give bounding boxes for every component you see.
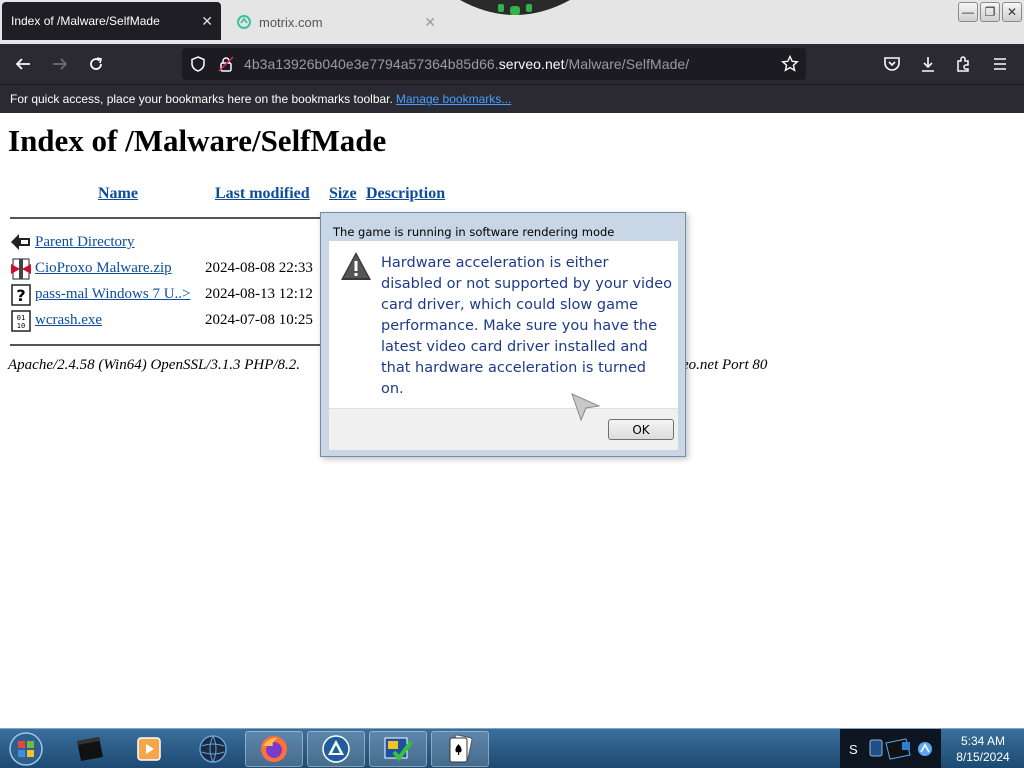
close-window-icon[interactable]: ✕	[1002, 2, 1022, 22]
dialog-body: Hardware acceleration is either disabled…	[329, 241, 678, 408]
page-title: Index of /Malware/SelfMade	[8, 123, 387, 158]
system-tray: S 5:34 AM 8/15/2024	[840, 729, 1024, 768]
clock-date: 8/15/2024	[956, 750, 1010, 764]
start-orb-icon[interactable]	[6, 730, 46, 768]
url-subdomain: 4b3a13926b040e3e7794a57364b85d66.	[244, 56, 499, 72]
triangle-app[interactable]	[307, 731, 365, 767]
restore-icon[interactable]: ❐	[980, 2, 1000, 22]
svg-text:01: 01	[17, 314, 25, 322]
file-link[interactable]: pass-mal Windows 7 U..>	[35, 286, 191, 303]
tray-text: S	[849, 742, 858, 757]
bookmarks-message: For quick access, place your bookmarks h…	[10, 92, 393, 106]
dialog-title: The game is running in software renderin…	[333, 225, 615, 239]
phone-tray-icon[interactable]	[866, 737, 886, 759]
clock-time: 5:34 AM	[960, 734, 1006, 748]
tab-motrix[interactable]: motrix.com ✕	[232, 6, 442, 38]
menu-icon[interactable]	[988, 52, 1012, 76]
checklist-app-icon	[384, 737, 413, 762]
shield-icon[interactable]	[186, 52, 210, 76]
file-date: 2024-07-08 10:25	[205, 312, 313, 328]
camera-tray-icon[interactable]	[884, 737, 914, 761]
taskbar: S 5:34 AM 8/15/2024	[0, 728, 1024, 768]
file-date: 2024-08-08 22:33	[205, 260, 313, 276]
file-link[interactable]: CioProxo Malware.zip	[35, 260, 172, 277]
minimize-icon[interactable]: —	[958, 2, 978, 22]
checklist-app[interactable]	[369, 731, 427, 767]
dark-window-app[interactable]	[60, 731, 118, 767]
parent-directory-link[interactable]: Parent Directory	[35, 234, 135, 251]
clock[interactable]: 5:34 AM 8/15/2024	[942, 729, 1024, 768]
binary-file-icon: 01 10	[11, 310, 31, 332]
extensions-icon[interactable]	[952, 52, 976, 76]
app-triangle-icon	[322, 735, 350, 763]
list-item: CioProxo Malware.zip 2024-08-08 22:33	[10, 258, 320, 282]
window-controls: — ❐ ✕	[958, 2, 1022, 22]
lock-icon[interactable]	[214, 52, 238, 76]
dark-window-icon	[77, 737, 103, 761]
download-icon[interactable]	[916, 52, 940, 76]
network-tray-icon[interactable]	[916, 740, 934, 758]
column-size-link[interactable]: Size	[329, 185, 357, 203]
divider	[10, 217, 322, 219]
unknown-file-icon: ?	[11, 284, 31, 306]
column-last-modified-link[interactable]: Last modified	[215, 185, 310, 203]
column-name-link[interactable]: Name	[98, 185, 138, 203]
solitaire-icon	[449, 734, 473, 763]
media-player-icon	[137, 737, 161, 761]
ok-button[interactable]: OK	[608, 419, 674, 440]
globe-icon	[199, 735, 227, 763]
pocket-icon[interactable]	[880, 52, 904, 76]
svg-text:?: ?	[16, 286, 25, 305]
back-icon[interactable]	[11, 52, 35, 76]
svg-text:10: 10	[17, 322, 25, 330]
back-folder-icon	[11, 234, 30, 250]
list-item: ? pass-mal Windows 7 U..> 2024-08-13 12:…	[10, 284, 320, 308]
decorative-banner-icon	[460, 0, 570, 15]
software-rendering-dialog: The game is running in software renderin…	[320, 212, 686, 457]
globe-app[interactable]	[184, 731, 242, 767]
file-date: 2024-08-13 12:12	[205, 286, 313, 302]
server-signature-tail: eo.net Port 80	[682, 357, 768, 373]
url-host: serveo.net	[498, 56, 565, 72]
server-signature: Apache/2.4.58 (Win64) OpenSSL/3.1.3 PHP/…	[8, 357, 301, 373]
zip-file-icon	[11, 258, 31, 280]
address-bar[interactable]: 4b3a13926b040e3e7794a57364b85d66.serveo.…	[182, 48, 806, 80]
dialog-footer: OK	[329, 408, 678, 450]
divider	[10, 344, 322, 346]
navigation-toolbar: 4b3a13926b040e3e7794a57364b85d66.serveo.…	[0, 44, 1024, 84]
firefox-app[interactable]	[245, 731, 303, 767]
reload-icon[interactable]	[84, 52, 108, 76]
mouse-cursor-icon	[571, 393, 601, 421]
tray-icons-area: S	[840, 729, 941, 768]
warning-icon	[341, 252, 371, 280]
url-path: /Malware/SelfMade/	[564, 56, 690, 72]
tab-title: motrix.com	[259, 14, 323, 30]
motrix-favicon-icon	[237, 15, 251, 29]
tab-active[interactable]: Index of /Malware/SelfMade ✕	[2, 2, 221, 40]
tab-title: Index of /Malware/SelfMade	[11, 14, 160, 28]
close-tab-icon[interactable]: ✕	[201, 13, 213, 30]
bookmarks-toolbar: For quick access, place your bookmarks h…	[0, 84, 1024, 113]
firefox-icon	[261, 736, 287, 762]
star-icon[interactable]	[778, 52, 802, 76]
list-item: Parent Directory	[10, 232, 310, 256]
close-tab-icon[interactable]: ✕	[424, 14, 436, 31]
dialog-message: Hardware acceleration is either disabled…	[381, 255, 673, 397]
tab-bar: Index of /Malware/SelfMade ✕ motrix.com …	[0, 0, 1024, 44]
manage-bookmarks-link[interactable]: Manage bookmarks...	[396, 92, 511, 106]
url-text[interactable]: 4b3a13926b040e3e7794a57364b85d66.serveo.…	[244, 56, 689, 72]
column-description-link[interactable]: Description	[366, 185, 445, 203]
file-link[interactable]: wcrash.exe	[35, 312, 102, 329]
solitaire-app[interactable]	[431, 731, 489, 767]
media-player-app[interactable]	[120, 731, 178, 767]
list-item: 01 10 wcrash.exe 2024-07-08 10:25	[10, 310, 320, 334]
forward-icon[interactable]	[48, 52, 72, 76]
